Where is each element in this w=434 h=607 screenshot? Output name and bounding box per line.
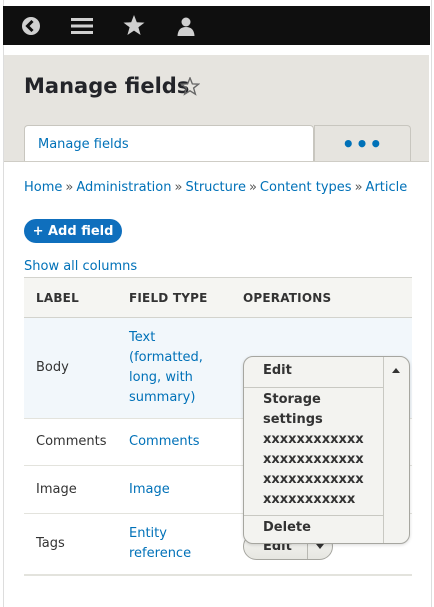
- column-header-operations: OPERATIONS: [243, 291, 332, 305]
- add-field-button[interactable]: + Add field: [24, 219, 122, 243]
- field-type-link[interactable]: Entity reference: [129, 524, 209, 564]
- tab-manage-fields-label: Manage fields: [38, 137, 129, 152]
- dropdown-item-text: xxxxxxxxxxxx: [263, 472, 364, 487]
- breadcrumb-separator: »: [65, 180, 74, 195]
- breadcrumb-separator: »: [354, 180, 363, 195]
- dropdown-item-text: Storage: [263, 392, 321, 407]
- field-label: Image: [36, 482, 77, 497]
- table-bottom-border: [24, 575, 412, 576]
- page-header: Manage fields Manage fields •••: [4, 55, 429, 162]
- dropdown-item-text: settings: [263, 412, 323, 427]
- show-all-columns-link[interactable]: Show all columns: [24, 259, 137, 274]
- star-icon[interactable]: [114, 6, 154, 45]
- field-label: Tags: [36, 536, 65, 551]
- breadcrumb-separator: »: [174, 180, 183, 195]
- dropdown-divider: [244, 515, 383, 516]
- tab-manage-fields[interactable]: Manage fields: [24, 125, 314, 161]
- dropdown-item[interactable]: xxxxxxxxxxxx xxxxxxxxxxxx xxxxxxxxxxxx x…: [263, 430, 364, 510]
- storage-settings-link[interactable]: Storage settings: [263, 390, 323, 430]
- field-label: Body: [36, 360, 69, 375]
- breadcrumb-structure[interactable]: Structure: [185, 180, 245, 195]
- column-header-label: LABEL: [36, 291, 79, 305]
- breadcrumb-home[interactable]: Home: [24, 180, 62, 195]
- field-type-line: (formatted,: [129, 350, 203, 365]
- page-title: Manage fields: [24, 74, 190, 98]
- breadcrumb-administration[interactable]: Administration: [76, 180, 171, 195]
- breadcrumb-separator: »: [248, 180, 257, 195]
- field-type-link[interactable]: Text (formatted, long, with summary): [129, 328, 209, 408]
- delete-link[interactable]: Delete: [263, 518, 311, 538]
- user-icon[interactable]: [166, 6, 206, 45]
- shortcut-star-icon[interactable]: [179, 76, 201, 100]
- chevron-down-icon[interactable]: [316, 544, 324, 549]
- dropdown-toggle[interactable]: [383, 357, 410, 543]
- field-type-link[interactable]: Image: [129, 480, 209, 500]
- table-header: LABEL FIELD TYPE OPERATIONS: [24, 277, 412, 318]
- field-type-line: long, with: [129, 370, 193, 385]
- chevron-up-icon: [392, 368, 400, 373]
- edit-button-label: Edit: [263, 363, 292, 378]
- field-type-line: reference: [129, 546, 192, 561]
- breadcrumb-content-types[interactable]: Content types: [260, 180, 352, 195]
- dropdown-item-text: xxxxxxxxxxxx: [263, 432, 364, 447]
- edit-button[interactable]: Edit: [244, 357, 383, 388]
- dropdown-item-text: xxxxxxxxxxxx: [263, 452, 364, 467]
- dropdown-item-text: xxxxxxxxxxx: [263, 492, 356, 507]
- breadcrumb-article[interactable]: Article: [366, 180, 408, 195]
- menu-icon[interactable]: [62, 6, 102, 45]
- operations-dropdown: Edit Storage settings xxxxxxxxxxxx xxxxx…: [243, 356, 410, 544]
- field-type-line: Text: [129, 330, 156, 345]
- field-type-line: Entity: [129, 526, 167, 541]
- tab-more[interactable]: •••: [314, 125, 411, 161]
- breadcrumb: Home» Administration» Structure» Content ty…: [24, 180, 407, 195]
- field-label: Comments: [36, 434, 107, 449]
- column-header-field-type: FIELD TYPE: [129, 291, 208, 305]
- field-type-line: summary): [129, 390, 196, 405]
- admin-toolbar: [3, 6, 430, 45]
- back-icon[interactable]: [11, 6, 51, 45]
- field-type-link[interactable]: Comments: [129, 432, 209, 452]
